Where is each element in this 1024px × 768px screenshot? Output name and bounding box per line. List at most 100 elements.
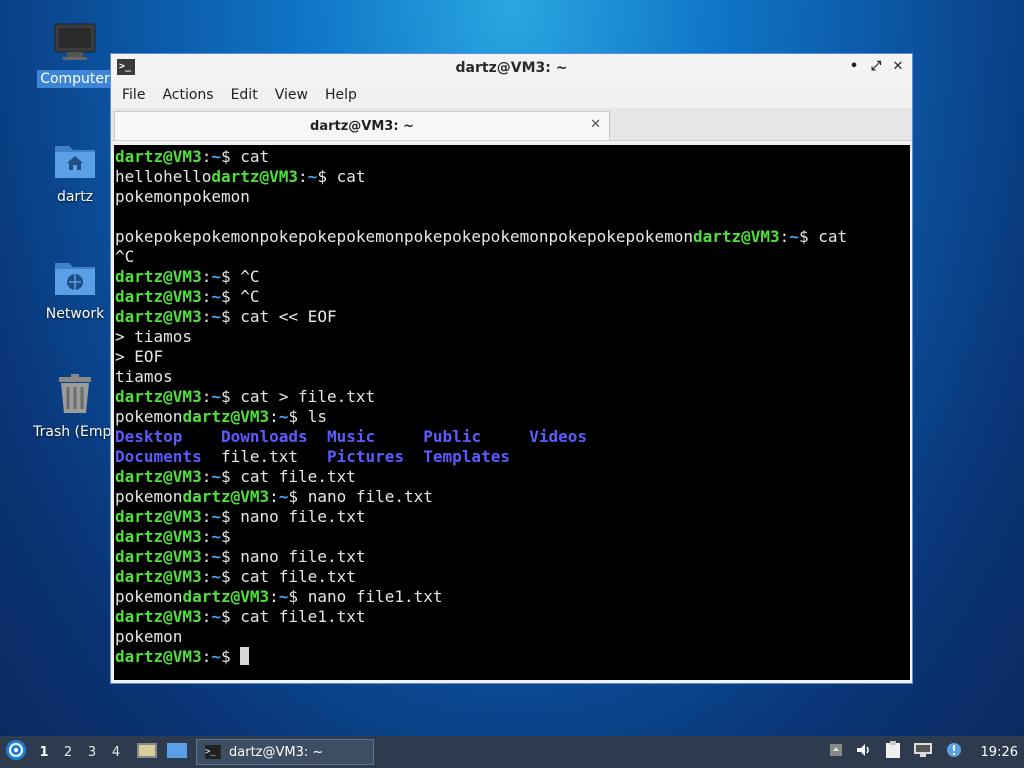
terminal-text: :: [201, 567, 212, 586]
terminal-text: :: [201, 287, 212, 306]
terminal-text: :: [269, 487, 279, 506]
terminal-line: dartz@VM3:~$: [115, 647, 910, 667]
terminal-text: :: [269, 587, 279, 606]
terminal-text: $ ^C: [220, 287, 260, 306]
terminal-line: pokemondartz@VM3:~$ nano file1.txt: [115, 587, 910, 607]
terminal-text: $ nano file.txt: [220, 507, 366, 526]
desktop-icon-label: Computer: [37, 70, 113, 88]
home-folder-icon: [30, 140, 120, 184]
terminal-text: :: [298, 167, 308, 186]
window-titlebar[interactable]: >_ dartz@VM3: ~ • ⤢ ✕: [111, 54, 912, 82]
terminal-text: :: [201, 607, 212, 626]
file-manager-icon[interactable]: [166, 740, 188, 764]
prompt-segment: ~: [211, 507, 221, 526]
menu-bar: File Actions Edit View Help: [111, 82, 912, 108]
prompt-segment: dartz@VM3: [115, 567, 202, 586]
prompt-segment: dartz@VM3: [115, 647, 202, 666]
terminal-line: dartz@VM3:~$ ^C: [115, 267, 910, 287]
taskbar-item-label: dartz@VM3: ~: [229, 744, 324, 760]
terminal-text: $ nano file1.txt: [288, 587, 443, 606]
notification-icon[interactable]: [945, 741, 963, 763]
terminal-line: pokemondartz@VM3:~$ ls: [115, 407, 910, 427]
start-menu-button[interactable]: [0, 739, 32, 765]
close-button[interactable]: ✕: [892, 59, 904, 74]
terminal-text: $ cat file.txt: [220, 467, 356, 486]
minimize-button[interactable]: •: [848, 59, 860, 74]
workspace-4[interactable]: 4: [104, 745, 128, 760]
prompt-segment: ~: [211, 307, 221, 326]
directory-name: Music: [326, 427, 376, 446]
menu-help[interactable]: Help: [320, 87, 369, 103]
terminal-text: pokemon: [115, 407, 183, 426]
desktop-icon-computer[interactable]: Computer: [30, 22, 120, 88]
terminal-line: pokemondartz@VM3:~$ nano file.txt: [115, 487, 910, 507]
terminal-output[interactable]: dartz@VM3:~$ cat hellohellodartz@VM3:~$ c…: [114, 145, 910, 680]
directory-name: Videos: [529, 427, 588, 446]
terminal-text: $: [220, 647, 241, 666]
menu-file[interactable]: File: [117, 87, 157, 103]
tab-terminal[interactable]: dartz@VM3: ~ ✕: [114, 111, 610, 140]
prompt-segment: dartz@VM3: [211, 167, 299, 186]
terminal-text: hellohello: [115, 167, 212, 186]
terminal-text: $ cat file1.txt: [220, 607, 366, 626]
menu-edit[interactable]: Edit: [226, 87, 270, 103]
show-desktop-icon[interactable]: [136, 740, 158, 764]
terminal-text: $ cat << EOF: [220, 307, 337, 326]
terminal-text: pokepokepokemonpokepokepokemonpokepokepo…: [115, 227, 693, 246]
prompt-segment: dartz@VM3: [182, 407, 270, 426]
computer-icon: [30, 22, 120, 66]
prompt-segment: ~: [211, 387, 221, 406]
network-folder-icon: [30, 257, 120, 301]
terminal-text: $ nano file.txt: [288, 487, 433, 506]
terminal-text: :: [201, 527, 212, 546]
prompt-segment: ~: [211, 607, 221, 626]
terminal-line: dartz@VM3:~$ cat: [115, 147, 910, 167]
trash-icon: [30, 373, 120, 419]
prompt-segment: ~: [211, 567, 221, 586]
clipboard-icon[interactable]: [885, 741, 901, 763]
tab-close-icon[interactable]: ✕: [590, 117, 601, 132]
terminal-line: dartz@VM3:~$ nano file.txt: [115, 547, 910, 567]
terminal-text: pokemon: [115, 487, 183, 506]
workspace-1[interactable]: 1: [32, 745, 56, 760]
terminal-line: dartz@VM3:~$ nano file.txt: [115, 507, 910, 527]
prompt-segment: dartz@VM3: [692, 227, 780, 246]
terminal-text: :: [201, 547, 212, 566]
clock[interactable]: 19:26: [981, 745, 1018, 760]
prompt-segment: ~: [211, 647, 221, 666]
prompt-segment: dartz@VM3: [182, 487, 270, 506]
directory-name: Templates: [423, 447, 510, 466]
workspace-2[interactable]: 2: [56, 745, 80, 760]
update-notifier-icon[interactable]: [829, 742, 843, 762]
prompt-segment: ~: [278, 587, 289, 606]
taskbar: 1 2 3 4 >_ dartz@VM3: ~ 19:26: [0, 736, 1024, 768]
menu-view[interactable]: View: [270, 87, 320, 103]
terminal-text: tiamos: [115, 367, 173, 386]
taskbar-item-terminal[interactable]: >_ dartz@VM3: ~: [196, 739, 374, 765]
desktop-icon-trash[interactable]: Trash (Empt: [30, 373, 120, 441]
terminal-text: $ ^C: [220, 267, 260, 286]
terminal-line: dartz@VM3:~$ cat file1.txt: [115, 607, 910, 627]
terminal-task-icon: >_: [205, 745, 221, 759]
terminal-text: $: [220, 527, 231, 546]
terminal-line: Documents file.txt Pictures Templates: [115, 447, 910, 467]
network-status-icon[interactable]: [913, 742, 933, 762]
menu-actions[interactable]: Actions: [157, 87, 225, 103]
terminal-text: $ ls: [288, 407, 327, 426]
tab-bar: dartz@VM3: ~ ✕: [111, 108, 912, 141]
workspace-3[interactable]: 3: [80, 745, 104, 760]
maximize-button[interactable]: ⤢: [870, 59, 882, 74]
terminal-text: :: [779, 227, 790, 246]
directory-name: Downloads: [220, 427, 308, 446]
desktop-icon-network[interactable]: Network: [30, 257, 120, 323]
desktop-icon-home[interactable]: dartz: [30, 140, 120, 206]
volume-icon[interactable]: [855, 742, 873, 762]
prompt-segment: ~: [211, 547, 221, 566]
terminal-text: pokemon: [115, 627, 183, 646]
desktop-icon-label: dartz: [56, 189, 94, 205]
directory-name: Public: [423, 427, 482, 446]
